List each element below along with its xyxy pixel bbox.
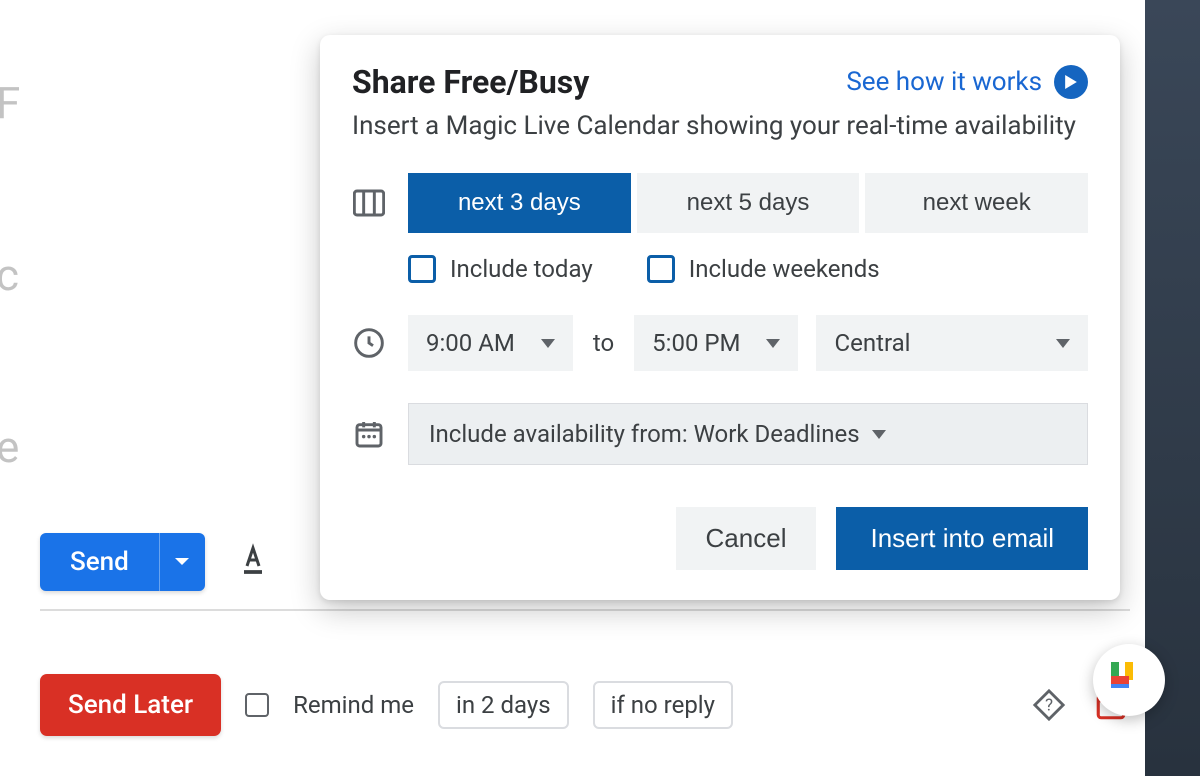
- end-time-value: 5:00 PM: [652, 329, 740, 357]
- popover-title: Share Free/Busy: [352, 63, 589, 101]
- timezone-value: Central: [834, 329, 910, 357]
- availability-source-value: Include availability from: Work Deadline…: [429, 420, 860, 448]
- end-time-select[interactable]: 5:00 PM: [634, 315, 798, 371]
- play-icon: [1054, 65, 1088, 99]
- availability-source-select[interactable]: Include availability from: Work Deadline…: [408, 403, 1088, 465]
- remind-me-checkbox[interactable]: [245, 693, 269, 717]
- to-label: to: [593, 329, 614, 357]
- share-free-busy-popover: Share Free/Busy See how it works Insert …: [320, 35, 1120, 600]
- send-button[interactable]: Send: [40, 533, 159, 591]
- include-today-label: Include today: [450, 255, 593, 283]
- see-how-it-works-link[interactable]: See how it works: [846, 65, 1088, 99]
- remind-me-label: Remind me: [293, 691, 414, 719]
- svg-text:?: ?: [1045, 696, 1053, 716]
- popover-link-label: See how it works: [846, 67, 1042, 97]
- range-segmented: next 3 days next 5 days next week: [408, 173, 1088, 233]
- include-weekends-checkbox[interactable]: Include weekends: [647, 255, 880, 283]
- chip-delay[interactable]: in 2 days: [438, 681, 569, 729]
- text-format-icon[interactable]: [235, 542, 271, 582]
- include-today-checkbox[interactable]: Include today: [408, 255, 593, 283]
- include-weekends-label: Include weekends: [689, 255, 880, 283]
- send-later-button[interactable]: Send Later: [40, 674, 221, 736]
- popover-subtitle: Insert a Magic Live Calendar showing you…: [352, 111, 1088, 141]
- google-plus-icon: [1111, 662, 1147, 698]
- insert-into-email-button[interactable]: Insert into email: [836, 507, 1088, 570]
- cancel-button[interactable]: Cancel: [676, 507, 817, 570]
- background-hint-letters: Fce: [0, 60, 22, 490]
- chevron-down-icon: [766, 339, 780, 348]
- chevron-down-icon: [1056, 339, 1070, 348]
- columns-icon: [352, 186, 386, 220]
- chip-condition[interactable]: if no reply: [593, 681, 733, 729]
- clock-icon: [352, 326, 386, 360]
- help-diamond-icon[interactable]: ?: [1030, 686, 1068, 724]
- chevron-down-icon: [541, 339, 555, 348]
- calendar-dots-icon: [352, 417, 386, 451]
- schedule-row: Send Later Remind me in 2 days if no rep…: [40, 674, 1130, 736]
- start-time-value: 9:00 AM: [426, 329, 515, 357]
- send-dropdown-button[interactable]: [159, 533, 205, 591]
- checkbox-icon: [408, 255, 436, 283]
- send-split-button: Send: [40, 533, 205, 591]
- timezone-select[interactable]: Central: [816, 315, 1088, 371]
- checkbox-icon: [647, 255, 675, 283]
- range-next-week[interactable]: next week: [865, 173, 1088, 233]
- range-next-3-days[interactable]: next 3 days: [408, 173, 631, 233]
- start-time-select[interactable]: 9:00 AM: [408, 315, 573, 371]
- chevron-down-icon: [872, 430, 886, 439]
- range-next-5-days[interactable]: next 5 days: [637, 173, 860, 233]
- plus-fab[interactable]: [1093, 644, 1165, 716]
